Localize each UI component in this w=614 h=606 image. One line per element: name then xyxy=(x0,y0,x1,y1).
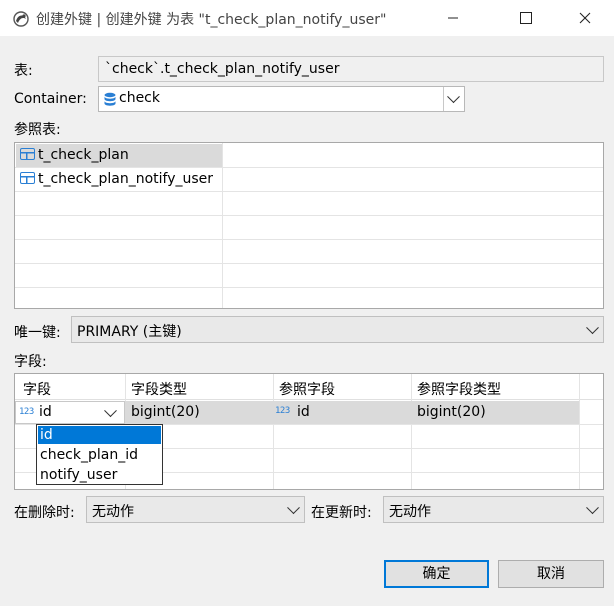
ref-field-type: bigint(20) xyxy=(417,404,486,420)
chevron-down-icon xyxy=(104,403,117,417)
chevron-down-icon xyxy=(447,90,460,104)
container-select[interactable]: check xyxy=(98,86,465,112)
dropdown-option[interactable]: id xyxy=(38,426,161,444)
container-value: check xyxy=(119,90,160,106)
ref-field: id xyxy=(297,404,310,420)
table-row[interactable]: 123 id bigint(20) 123 id bigint(20) xyxy=(15,401,579,424)
close-icon xyxy=(579,12,591,24)
on-update-select[interactable]: 无动作 xyxy=(383,496,604,523)
dropdown-option[interactable]: check_plan_id xyxy=(38,446,161,464)
close-button[interactable] xyxy=(562,0,608,36)
on-delete-label: 在删除时: xyxy=(14,505,75,521)
database-icon xyxy=(104,92,116,106)
container-dropdown-button[interactable] xyxy=(443,87,464,111)
column-header[interactable]: 参照字段 xyxy=(279,379,335,399)
column-header[interactable]: 参照字段类型 xyxy=(417,379,501,399)
numeric-column-icon: 123 xyxy=(275,406,290,416)
ref-table-name: t_check_plan_notify_user xyxy=(38,171,214,187)
title-bar: 创建外键 | 创建外键 为表 "t_check_plan_notify_user… xyxy=(0,0,614,36)
container-label: Container: xyxy=(14,91,87,107)
chevron-down-icon xyxy=(586,320,599,334)
field-select[interactable]: 123 id xyxy=(15,401,125,424)
unique-key-select[interactable]: PRIMARY (主键) xyxy=(71,316,604,343)
cancel-button[interactable]: 取消 xyxy=(498,560,604,588)
table-icon xyxy=(20,172,35,184)
window-title: 创建外键 | 创建外键 为表 "t_check_plan_notify_user… xyxy=(36,12,387,28)
list-item[interactable]: t_check_plan_notify_user xyxy=(16,168,222,191)
unique-key-value: PRIMARY (主键) xyxy=(77,324,182,340)
unique-key-label: 唯一键: xyxy=(14,325,61,341)
field-type: bigint(20) xyxy=(131,404,200,420)
on-update-label: 在更新时: xyxy=(311,505,372,521)
chevron-down-icon xyxy=(287,500,300,514)
ok-button[interactable]: 确定 xyxy=(384,560,489,588)
app-logo-icon xyxy=(13,11,29,27)
maximize-icon xyxy=(520,12,532,24)
on-delete-value: 无动作 xyxy=(92,504,134,520)
on-update-value: 无动作 xyxy=(389,504,431,520)
chevron-down-icon xyxy=(586,500,599,514)
fields-label: 字段: xyxy=(14,354,47,370)
table-name-field[interactable]: `check`.t_check_plan_notify_user xyxy=(98,56,604,82)
ref-table-list[interactable]: t_check_plan t_check_plan_notify_user xyxy=(14,142,604,309)
ref-table-name: t_check_plan xyxy=(38,147,129,163)
field-dropdown-list[interactable]: id check_plan_id notify_user xyxy=(36,424,163,485)
maximize-button[interactable] xyxy=(503,0,549,36)
numeric-column-icon: 123 xyxy=(19,407,34,417)
minimize-icon xyxy=(448,17,458,19)
table-header: 字段 字段类型 参照字段 参照字段类型 xyxy=(15,374,603,400)
table-label: 表: xyxy=(14,63,33,79)
column-header[interactable]: 字段类型 xyxy=(131,379,187,399)
dropdown-option[interactable]: notify_user xyxy=(38,466,161,484)
list-item[interactable]: t_check_plan xyxy=(16,144,222,167)
minimize-button[interactable] xyxy=(430,0,476,36)
ref-table-label: 参照表: xyxy=(14,122,61,138)
on-delete-select[interactable]: 无动作 xyxy=(86,496,305,523)
field-value: id xyxy=(39,404,52,420)
table-icon xyxy=(20,148,35,160)
column-header[interactable]: 字段 xyxy=(23,379,51,399)
